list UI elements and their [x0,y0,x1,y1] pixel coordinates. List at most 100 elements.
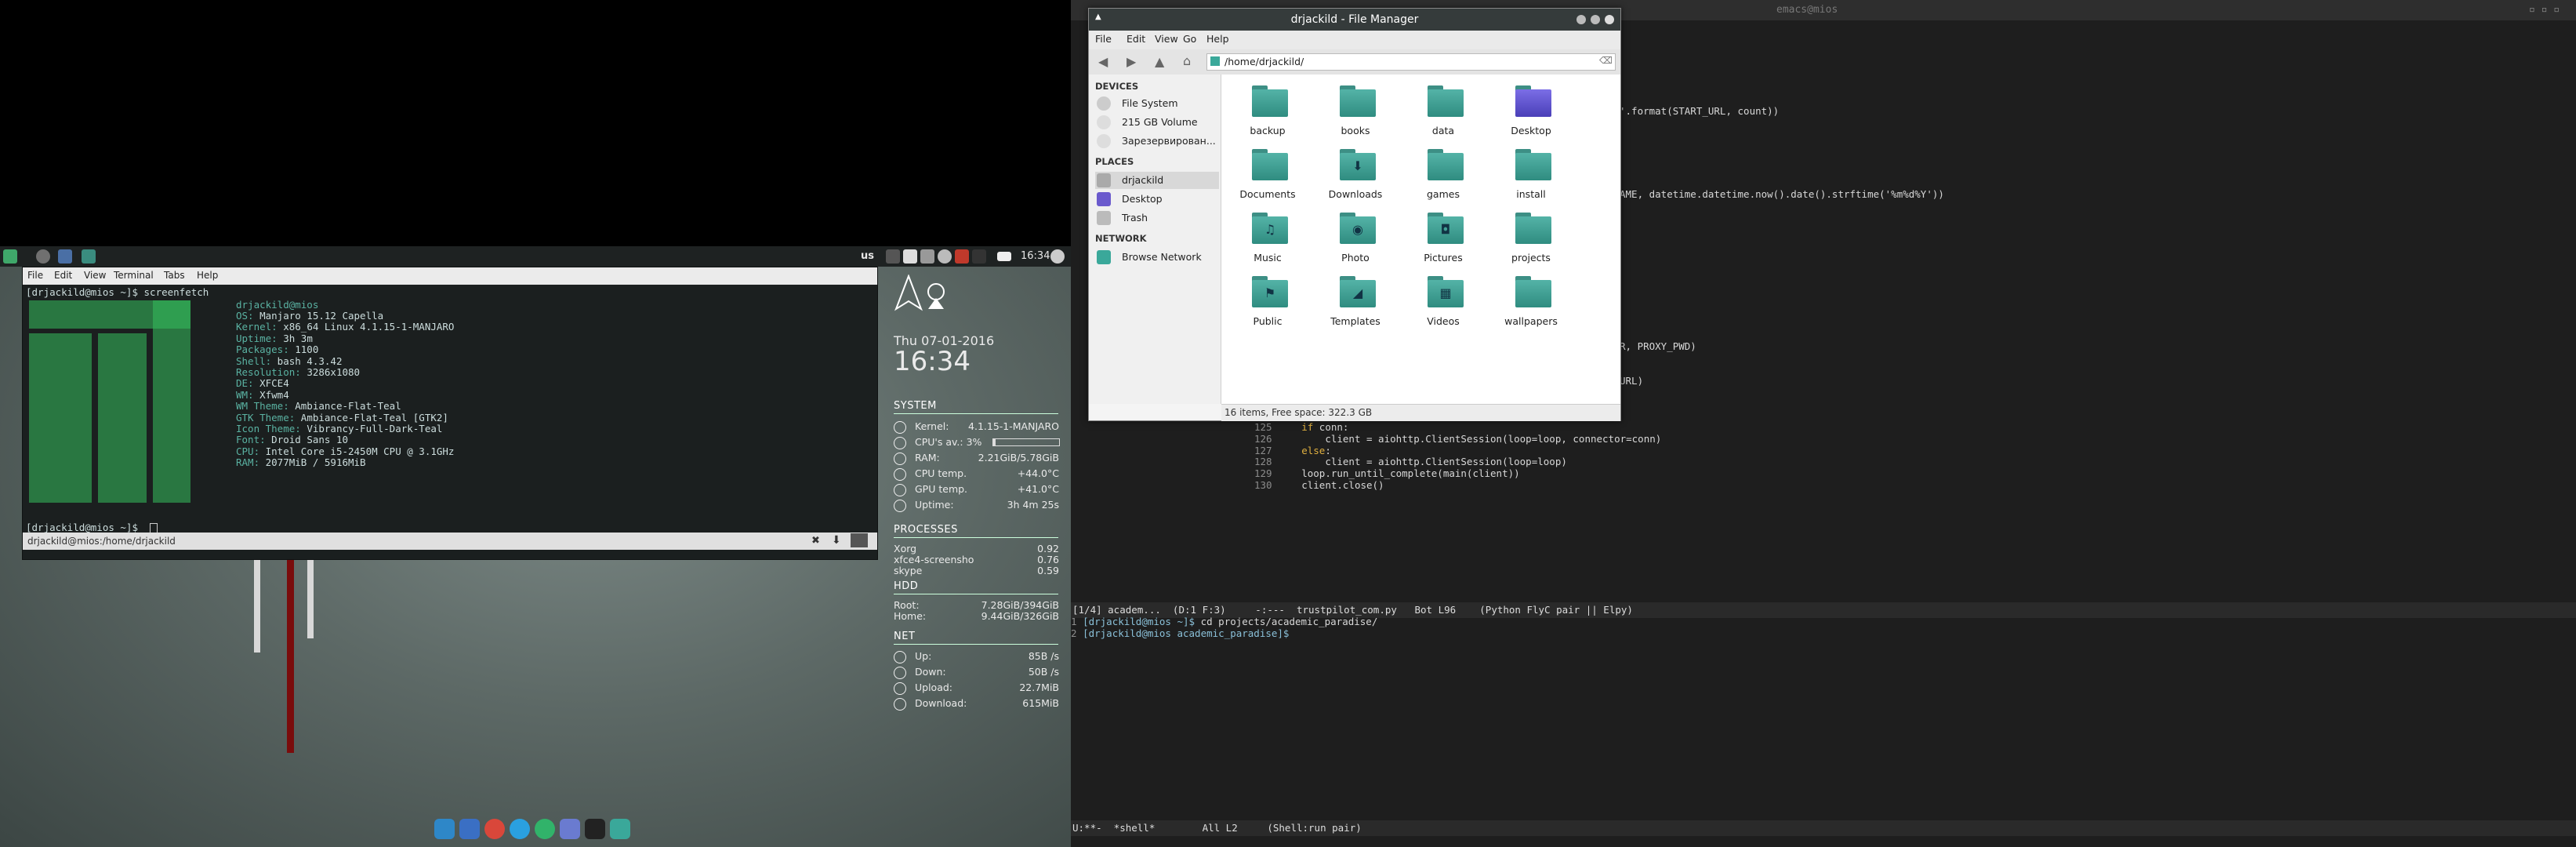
sidebar-item-filesystem[interactable]: File System [1095,95,1219,112]
sidebar-item-desktop[interactable]: Desktop [1095,191,1219,208]
home-icon[interactable]: ⌂ [1183,53,1191,68]
chrome-icon[interactable] [36,249,50,264]
workspace-icon[interactable] [82,249,96,264]
display-icon[interactable] [903,249,917,264]
folder-item[interactable]: install [1488,149,1574,210]
terminal-output[interactable]: [drjackild@mios ~]$ screenfetch drjackil… [23,285,877,543]
code-line: 127 else: [1254,445,1331,456]
folder-item[interactable]: ⚑ Public [1225,276,1311,337]
folder-icon: ◢ [1340,276,1376,307]
battery-icon[interactable] [997,252,1011,261]
folder-icon [1252,85,1288,117]
sidebar-item-volume[interactable]: 215 GB Volume [1095,114,1219,131]
dock-skype-icon[interactable] [510,819,530,839]
dock-workspace-icon[interactable] [610,819,630,839]
menu-file[interactable]: File [27,270,43,281]
conky-divider [894,537,1058,538]
screenfetch-line: Shell: bash 4.3.42 [236,355,342,367]
forward-icon[interactable]: ▶ [1127,54,1136,69]
sidebar-item-trash[interactable]: Trash [1095,209,1219,227]
folder-item[interactable]: projects [1488,213,1574,274]
file-manager-window[interactable]: ▲ drjackild - File Manager File Edit Vie… [1088,8,1621,421]
shell-line: 1 [drjackild@mios ~]$ cd projects/academ… [1071,616,1377,627]
app-launcher-icon[interactable] [58,249,72,264]
dock-emacs-icon[interactable] [560,819,580,839]
folder-body [1515,89,1551,117]
screenfetch-key: RAM: [236,456,260,469]
terminal-icon[interactable] [972,249,986,264]
folder-body [1252,153,1288,180]
folder-item[interactable]: Documents [1225,149,1311,210]
settings-icon[interactable] [938,249,952,264]
sidebar-item-browse-network[interactable]: Browse Network [1095,249,1219,266]
fm-menu-go[interactable]: Go [1183,33,1196,45]
folder-item[interactable]: wallpapers [1488,276,1574,337]
code-token: client = aiohttp.ClientSession(loop=loop… [1278,432,1662,445]
screenfetch-key: GTK Theme: [236,411,296,424]
download-icon[interactable]: ⬇ [832,534,841,547]
terminal-window[interactable]: File Edit View Terminal Tabs Help [drjac… [22,267,878,560]
up-icon[interactable]: ▲ [1155,54,1164,69]
folder-item[interactable]: ◢ Templates [1312,276,1399,337]
top-panel: us 16:34 [0,246,1071,267]
conky-widget: Thu 07-01-2016 16:34 SYSTEM Kernel: 4.1.1… [882,267,1062,722]
menu-tabs[interactable]: Tabs [164,270,185,281]
folder-body [1428,153,1464,180]
sidebar-item-reserved[interactable]: Зарезервирован... [1095,133,1219,150]
bluetooth-icon[interactable] [886,249,900,264]
keyboard-layout[interactable]: us [861,250,874,262]
folder-item[interactable]: ⬇ Downloads [1312,149,1399,210]
conky-system-value: +41.0°C [1017,483,1059,495]
dock-anchor-icon[interactable] [434,819,455,839]
whisker-menu-icon[interactable] [3,249,17,264]
folder-item[interactable]: ▦ Videos [1400,276,1486,337]
menu-view[interactable]: View [84,270,106,281]
conky-system-value: +44.0°C [1017,467,1059,479]
folder-glyph-icon: ♫ [1264,222,1276,237]
fm-menu-help[interactable]: Help [1206,33,1229,45]
menu-terminal[interactable]: Terminal [114,270,154,281]
folder-item[interactable]: games [1400,149,1486,210]
screenfetch-line: Kernel: x86_64 Linux 4.1.15-1-MANJARO [236,321,454,333]
folder-item[interactable]: backup [1225,85,1311,147]
minimize-icon[interactable] [1576,15,1586,24]
folder-item[interactable]: ◘ Pictures [1400,213,1486,274]
terminal-tab-path[interactable]: drjackild@mios:/home/drjackild [27,536,176,547]
left-monitor: us 16:34 File Edit View Terminal Tabs He… [0,0,1071,847]
folder-item[interactable]: books [1312,85,1399,147]
sidebar-item-home[interactable]: drjackild [1095,172,1219,189]
folder-item[interactable]: data [1400,85,1486,147]
hdd-label: Home: [894,610,927,622]
menu-button-icon[interactable] [851,533,868,547]
window-controls-icon[interactable]: ▫ ▫ ▫ [2529,4,2560,16]
dock [434,816,638,842]
folder-item[interactable]: Desktop [1488,85,1574,147]
fm-menu-view[interactable]: View [1155,33,1178,45]
folder-item[interactable]: ♫ Music [1225,213,1311,274]
dock-chrome-icon[interactable] [484,819,505,839]
cpu-load-bar [992,438,1060,446]
fm-menu-edit[interactable]: Edit [1127,33,1145,45]
back-icon[interactable]: ◀ [1098,54,1108,69]
fm-titlebar[interactable]: ▲ drjackild - File Manager [1089,9,1620,31]
panel-clock[interactable]: 16:34 [1021,250,1050,262]
clear-path-icon[interactable]: ⌫ [1599,55,1613,66]
dock-upwork-icon[interactable] [535,819,555,839]
dock-terminal-icon[interactable] [585,819,605,839]
fm-icon-view[interactable]: backup books data Desktop Documents ⬇ Download… [1221,75,1620,404]
path-bar[interactable]: /home/drjackild/ ⌫ [1206,53,1616,71]
trash-icon [1097,211,1111,225]
hdd-value: 7.28GiB/394GiB [981,599,1059,611]
menu-help[interactable]: Help [197,270,218,281]
maximize-icon[interactable] [1591,15,1600,24]
fm-menu-file[interactable]: File [1095,33,1112,45]
close-tab-icon[interactable]: ✖ [811,535,820,547]
volume-icon[interactable] [920,249,934,264]
update-icon[interactable] [955,249,969,264]
power-icon[interactable] [1050,249,1065,264]
folder-item[interactable]: ◉ Photo [1312,213,1399,274]
code-spacer [1272,421,1279,433]
close-icon[interactable] [1605,15,1614,24]
menu-edit[interactable]: Edit [54,270,72,281]
dock-files-icon[interactable] [459,819,480,839]
